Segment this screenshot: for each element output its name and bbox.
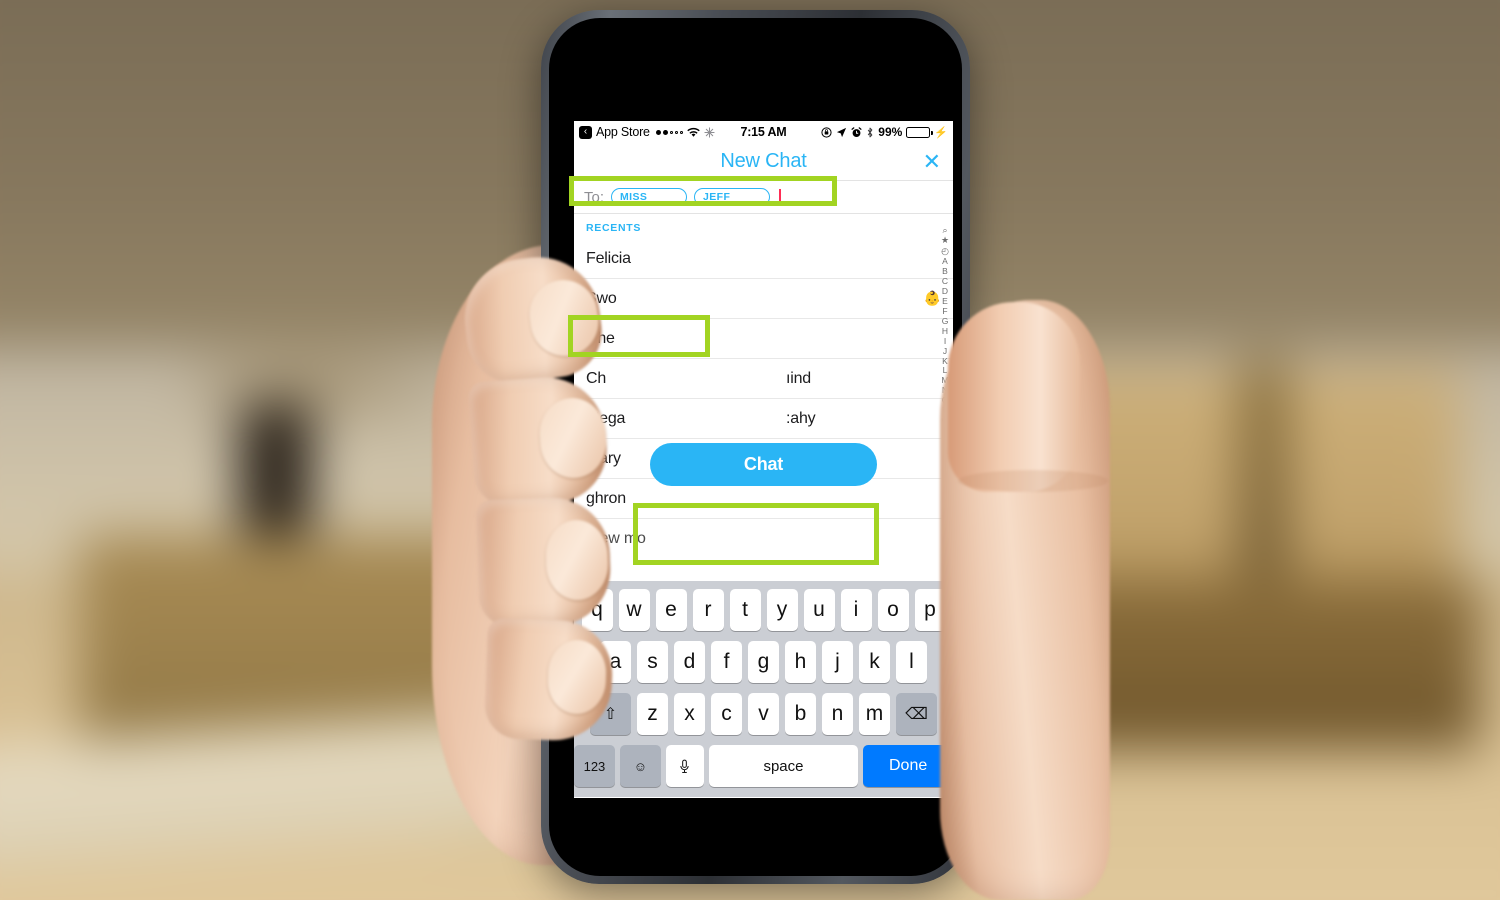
index-letter-i[interactable]: I xyxy=(944,336,946,346)
phone-screen: ‹ App Store 7:15 AM 99% ⚡ New Chat ✕ To:… xyxy=(574,121,953,798)
index-letter-e[interactable]: E xyxy=(942,297,948,306)
numbers-key[interactable]: 123 xyxy=(574,745,615,787)
key-w[interactable]: w xyxy=(618,589,650,631)
list-item-che[interactable]: Che xyxy=(574,319,953,359)
chat-button-label: Chat xyxy=(743,454,784,474)
key-r[interactable]: r xyxy=(692,589,724,631)
key-i[interactable]: i xyxy=(840,589,872,631)
key-z[interactable]: z xyxy=(637,693,668,735)
microphone-icon xyxy=(680,759,689,773)
key-j[interactable]: j xyxy=(822,641,853,683)
recipient-chip-label: JEFF xyxy=(703,191,731,203)
key-n[interactable]: n xyxy=(822,693,853,735)
search-icon[interactable]: ⌕ xyxy=(942,225,947,235)
section-header-recents: RECENTS xyxy=(586,222,642,234)
clock-icon[interactable]: ◴ xyxy=(941,246,949,256)
to-label: To: xyxy=(584,188,605,206)
index-letter-f[interactable]: F xyxy=(942,306,947,316)
to-field[interactable]: To: MISS JEFF xyxy=(574,181,953,214)
key-m[interactable]: m xyxy=(859,693,890,735)
key-s[interactable]: s xyxy=(637,641,668,683)
close-icon[interactable]: ✕ xyxy=(923,150,941,173)
contact-name: Felicia xyxy=(586,249,631,267)
nav-bar: New Chat ✕ xyxy=(574,143,953,181)
phone-bezel: ‹ App Store 7:15 AM 99% ⚡ New Chat ✕ To:… xyxy=(549,18,962,876)
recipient-chip-label: MISS xyxy=(620,191,648,203)
space-key[interactable]: space xyxy=(708,745,859,787)
key-b[interactable]: b xyxy=(785,693,816,735)
status-app-name[interactable]: App Store xyxy=(596,125,650,139)
bluetooth-icon xyxy=(868,127,873,137)
index-letter-j[interactable]: J xyxy=(943,346,947,356)
key-f[interactable]: f xyxy=(711,641,742,683)
index-letter-k[interactable]: K xyxy=(942,356,948,366)
index-letter-b[interactable]: B xyxy=(942,267,948,276)
text-cursor xyxy=(779,188,782,206)
view-more-button[interactable]: View mo xyxy=(574,519,953,559)
key-v[interactable]: v xyxy=(748,693,779,735)
key-e[interactable]: e xyxy=(655,589,687,631)
back-to-app-icon[interactable]: ‹ xyxy=(579,125,592,139)
key-t[interactable]: t xyxy=(729,589,761,631)
contact-name: Ch xyxy=(586,369,607,387)
key-k[interactable]: k xyxy=(859,641,890,683)
alarm-clock-icon xyxy=(851,126,862,137)
index-letter-h[interactable]: H xyxy=(942,326,948,336)
key-g[interactable]: g xyxy=(748,641,779,683)
list-item[interactable]: Ch ıind xyxy=(574,359,953,399)
contact-lastname: :ahy xyxy=(786,409,816,427)
key-d[interactable]: d xyxy=(674,641,705,683)
index-letter-d[interactable]: D xyxy=(942,287,948,296)
contact-lastname: ıind xyxy=(786,369,811,387)
battery-icon xyxy=(906,126,933,138)
contact-name: ghron xyxy=(586,489,626,507)
index-letter-a[interactable]: A xyxy=(942,257,948,266)
emoji-key[interactable]: ☺ xyxy=(619,745,661,787)
section-header-a: A xyxy=(574,559,953,581)
backspace-key[interactable]: ⌫ xyxy=(896,693,937,735)
key-y[interactable]: y xyxy=(766,589,798,631)
rotation-lock-icon xyxy=(821,126,832,138)
index-letter-g[interactable]: G xyxy=(942,316,949,326)
key-c[interactable]: c xyxy=(711,693,742,735)
index-letter-c[interactable]: C xyxy=(942,277,948,286)
wifi-icon xyxy=(687,127,700,137)
star-icon[interactable]: ★ xyxy=(941,235,949,245)
list-item[interactable]: Mega :ahy xyxy=(574,399,953,439)
page-title: New Chat xyxy=(720,150,807,172)
key-o[interactable]: o xyxy=(877,589,909,631)
location-arrow-icon xyxy=(837,127,847,137)
recipient-chip-miss[interactable]: MISS xyxy=(611,188,688,206)
battery-percent-label: 99% xyxy=(878,125,903,139)
key-l[interactable]: l xyxy=(896,641,927,683)
screenshot-scene: ‹ App Store 7:15 AM 99% ⚡ New Chat ✕ To:… xyxy=(0,0,1500,900)
chat-button[interactable]: Chat xyxy=(650,443,877,486)
sync-icon xyxy=(704,126,715,138)
key-u[interactable]: u xyxy=(803,589,835,631)
list-item[interactable]: Swo 👶 xyxy=(574,279,953,319)
key-x[interactable]: x xyxy=(674,693,705,735)
charging-bolt-icon: ⚡ xyxy=(934,126,948,139)
signal-strength-icon xyxy=(655,129,683,135)
key-h[interactable]: h xyxy=(785,641,816,683)
recipient-chip-jeff[interactable]: JEFF xyxy=(694,188,771,206)
contacts-list[interactable]: RECENTS Felicia Swo 👶 Che Ch ıind xyxy=(574,214,953,581)
status-bar: ‹ App Store 7:15 AM 99% ⚡ xyxy=(574,121,953,143)
microphone-key[interactable] xyxy=(665,745,704,787)
list-item[interactable]: Felicia xyxy=(574,239,953,279)
on-screen-keyboard[interactable]: q w e r t y u i o p a s d f g h j k l ⇧ … xyxy=(574,581,953,797)
